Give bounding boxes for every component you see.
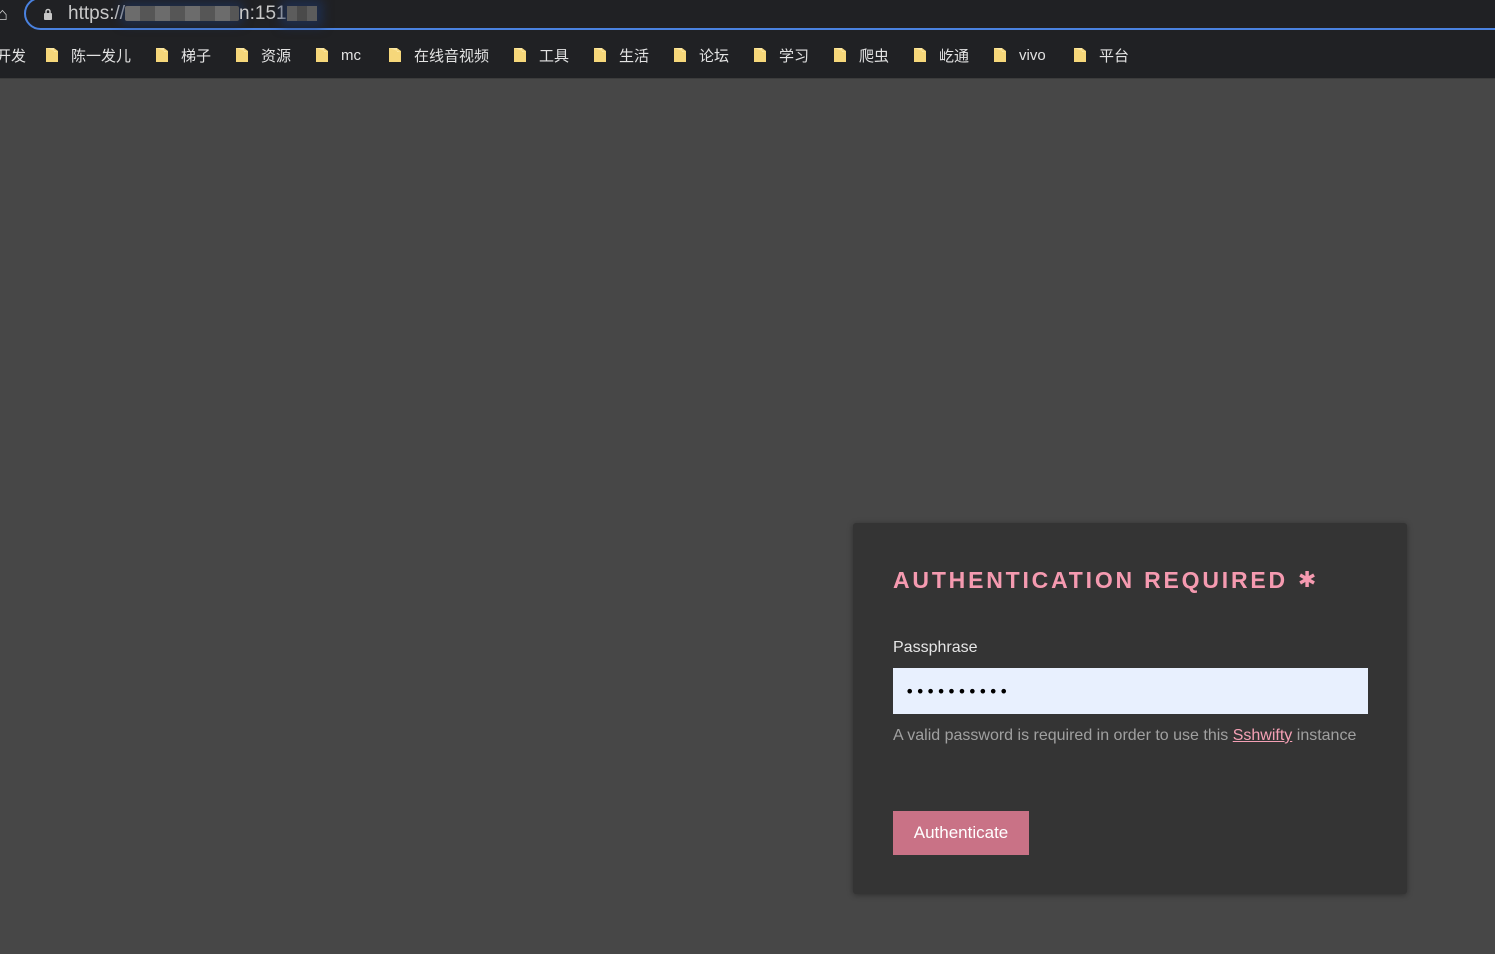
bookmark-label: vivo	[1019, 46, 1046, 64]
auth-title-text: AUTHENTICATION REQUIRED	[893, 567, 1288, 593]
bookmark-label: 屹通	[939, 47, 970, 65]
bookmark-kaifa[interactable]: 开发	[0, 38, 26, 72]
folder-icon	[514, 48, 526, 62]
bookmark-online-av[interactable]: 在线音视频	[388, 38, 489, 72]
url-suffix: n:151	[239, 3, 287, 24]
bookmark-label: 开发	[0, 47, 27, 65]
passphrase-label: Passphrase	[893, 639, 978, 656]
help-text-after: instance	[1292, 727, 1357, 744]
bookmark-mc[interactable]: mc	[315, 38, 361, 72]
help-text-before: A valid password is required in order to…	[893, 727, 1233, 744]
asterisk-icon: ✱	[1297, 567, 1320, 592]
folder-icon	[674, 48, 686, 62]
folder-icon	[389, 48, 401, 62]
bookmark-gongju[interactable]: 工具	[513, 38, 569, 72]
browser-chrome: ⌂ https:// n:151 开发 陈一发儿 梯子 资源 mc 在线音视频 工…	[0, 0, 1495, 79]
bookmark-label: mc	[341, 46, 361, 64]
bookmark-shenghuo[interactable]: 生活	[593, 38, 649, 72]
bookmark-yitong[interactable]: 屹通	[913, 38, 969, 72]
folder-icon	[594, 48, 606, 62]
bookmark-chenyifaer[interactable]: 陈一发儿	[45, 38, 131, 72]
url-prefix: https://	[68, 3, 126, 24]
url-redacted-port	[286, 6, 317, 22]
bookmark-label: 爬虫	[859, 47, 890, 65]
bookmark-label: 资源	[261, 47, 292, 65]
folder-icon	[1074, 48, 1086, 62]
bookmark-label: 工具	[539, 47, 570, 65]
bookmark-label: 论坛	[699, 47, 730, 65]
folder-icon	[156, 48, 168, 62]
address-bar-row: ⌂ https:// n:151	[0, 0, 1495, 32]
bookmark-label: 生活	[619, 47, 650, 65]
folder-icon	[46, 48, 58, 62]
help-text: A valid password is required in order to…	[893, 723, 1363, 749]
url-redacted-host	[125, 6, 240, 22]
folder-icon	[914, 48, 926, 62]
home-icon[interactable]: ⌂	[0, 4, 8, 24]
folder-icon	[994, 48, 1006, 62]
bookmarks-bar: 开发 陈一发儿 梯子 资源 mc 在线音视频 工具 生活 论坛 学习 爬虫 屹通…	[0, 38, 1495, 72]
bookmark-pachong[interactable]: 爬虫	[833, 38, 889, 72]
bookmark-label: 梯子	[181, 47, 212, 65]
lock-icon[interactable]	[43, 8, 53, 20]
folder-icon	[834, 48, 846, 62]
folder-icon	[754, 48, 766, 62]
folder-icon	[236, 48, 248, 62]
folder-icon	[316, 48, 328, 62]
bookmark-luntan[interactable]: 论坛	[673, 38, 729, 72]
sshwifty-link[interactable]: Sshwifty	[1233, 727, 1293, 744]
auth-dialog: AUTHENTICATION REQUIRED ✱ Passphrase A va…	[853, 523, 1407, 894]
authenticate-button[interactable]: Authenticate	[893, 811, 1029, 855]
bookmark-label: 学习	[779, 47, 810, 65]
bookmark-ziyuan[interactable]: 资源	[235, 38, 291, 72]
bookmark-label: 平台	[1099, 47, 1130, 65]
bookmark-vivo[interactable]: vivo	[993, 38, 1046, 72]
auth-title: AUTHENTICATION REQUIRED ✱	[893, 567, 1319, 594]
bookmark-pingtai[interactable]: 平台	[1073, 38, 1129, 72]
bookmark-label: 在线音视频	[414, 47, 490, 65]
bookmark-xuexi[interactable]: 学习	[753, 38, 809, 72]
bookmark-tizi[interactable]: 梯子	[155, 38, 211, 72]
address-bar[interactable]: https:// n:151	[24, 0, 1495, 30]
url-text[interactable]: https:// n:151	[68, 1, 317, 27]
bookmark-label: 陈一发儿	[71, 47, 132, 65]
passphrase-input[interactable]	[893, 668, 1368, 714]
